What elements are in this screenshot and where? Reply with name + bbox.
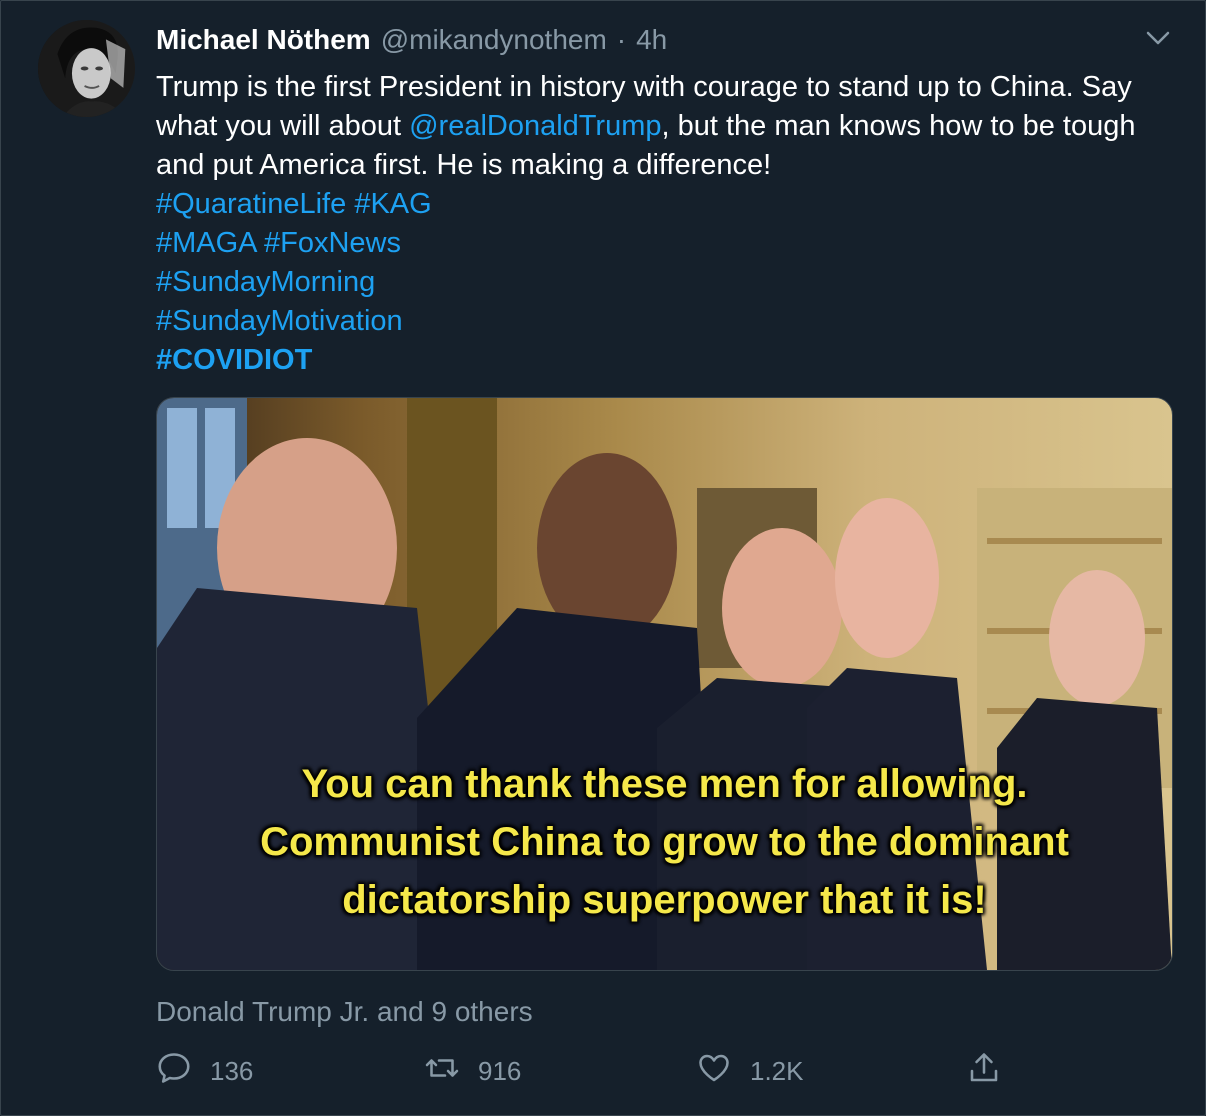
chevron-down-icon[interactable]	[1144, 26, 1172, 50]
hashtag-line-2: #MAGA #FoxNews	[156, 224, 1176, 263]
hashtag-link[interactable]: #MAGA	[156, 227, 256, 259]
hashtag-link[interactable]: #SundayMotivation	[156, 305, 403, 337]
hashtag-line-5: #COVIDIOT	[156, 341, 1176, 380]
tweet-media-image[interactable]: You can thank these men for allowing. Co…	[156, 397, 1173, 971]
timestamp[interactable]: 4h	[636, 24, 667, 56]
social-context[interactable]: Donald Trump Jr. and 9 others	[156, 996, 533, 1028]
mention-link[interactable]: @realDonaldTrump	[409, 110, 661, 142]
hashtag-link[interactable]: #QuaratineLife	[156, 188, 346, 220]
media-caption-line: Communist China to grow to the dominant	[260, 820, 1069, 864]
tweet-text: Trump is the first President in history …	[156, 68, 1176, 380]
separator-dot: ·	[616, 24, 627, 55]
reply-button[interactable]: 136	[156, 1050, 253, 1093]
retweet-count: 916	[478, 1056, 522, 1086]
like-button[interactable]: 1.2K	[696, 1050, 804, 1093]
hashtag-line-4: #SundayMotivation	[156, 302, 1176, 341]
tweet-actions: 136 916 1.2K	[156, 1050, 1176, 1094]
tweet-header: Michael Nöthem @mikandynothem · 4h	[156, 24, 667, 64]
tweet-paragraph: Trump is the first President in history …	[156, 68, 1176, 185]
hashtag-link[interactable]: #KAG	[354, 188, 431, 220]
user-handle[interactable]: @mikandynothem	[381, 24, 607, 56]
heart-icon	[696, 1050, 732, 1093]
hashtag-line-3: #SundayMorning	[156, 263, 1176, 302]
share-button[interactable]	[966, 1050, 1002, 1093]
hashtag-link[interactable]: #SundayMorning	[156, 266, 375, 298]
retweet-button[interactable]: 916	[424, 1050, 521, 1093]
hashtag-link-bold[interactable]: #COVIDIOT	[156, 344, 312, 376]
retweet-icon	[424, 1050, 460, 1093]
display-name[interactable]: Michael Nöthem	[156, 24, 371, 56]
avatar[interactable]	[38, 20, 135, 117]
hashtag-line-1: #QuaratineLife #KAG	[156, 185, 1176, 224]
media-caption: You can thank these men for allowing. Co…	[157, 755, 1172, 929]
reply-icon	[156, 1050, 192, 1093]
hashtag-link[interactable]: #FoxNews	[264, 227, 401, 259]
media-caption-line: dictatorship superpower that it is!	[342, 878, 987, 922]
media-caption-line: You can thank these men for allowing.	[301, 762, 1028, 806]
reply-count: 136	[210, 1056, 254, 1086]
like-count: 1.2K	[750, 1056, 804, 1086]
share-icon	[966, 1050, 1002, 1093]
